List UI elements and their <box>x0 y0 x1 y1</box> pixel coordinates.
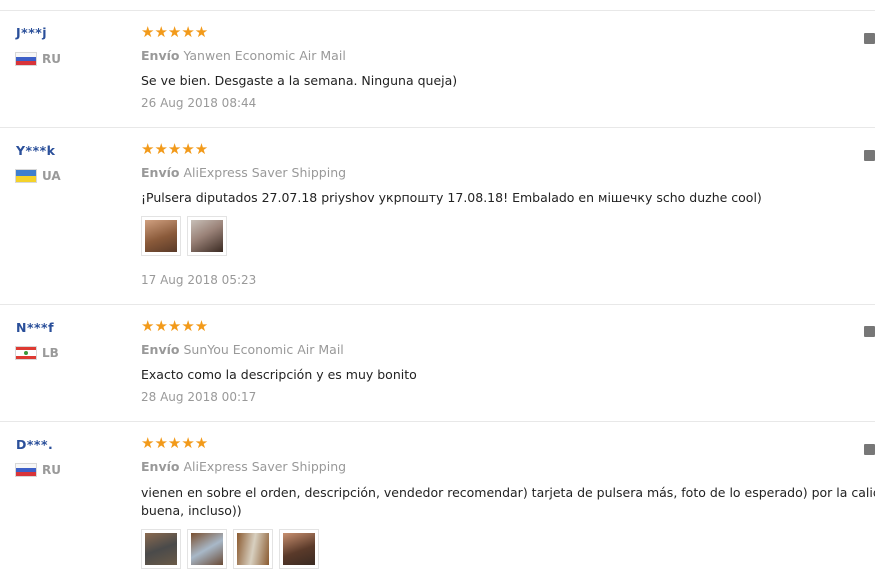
shipping-info: Envío Yanwen Economic Air Mail <box>141 48 346 63</box>
photo-image <box>145 533 177 565</box>
reviewer-country: RU <box>16 52 61 66</box>
country-code: UA <box>42 169 61 183</box>
shipping-label: Envío <box>141 165 180 180</box>
report-flag-icon[interactable] <box>864 326 875 337</box>
review-photo-thumbnail[interactable] <box>233 529 273 569</box>
review-divider <box>0 304 875 305</box>
review-text: Se ve bien. Desgaste a la semana. Ningun… <box>141 73 458 88</box>
review-photo-thumbnail[interactable] <box>187 216 227 256</box>
report-flag-icon[interactable] <box>864 150 875 161</box>
photo-image <box>145 220 177 252</box>
star-icon: ★★★★★ <box>141 317 209 335</box>
rating-stars: ★★★★★ <box>141 436 208 451</box>
russia-flag-icon <box>16 464 36 476</box>
review-text: Exacto como la descripción y es muy boni… <box>141 367 417 382</box>
star-icon: ★★★★★ <box>141 140 209 158</box>
rating-stars: ★★★★★ <box>141 142 208 157</box>
country-code: RU <box>42 52 61 66</box>
review-date: 17 Aug 2018 05:23 <box>141 273 257 287</box>
photo-image <box>237 533 269 565</box>
top-divider <box>0 10 875 11</box>
review-text: vienen en sobre el orden, descripción, v… <box>141 485 875 500</box>
shipping-info: Envío AliExpress Saver Shipping <box>141 165 346 180</box>
shipping-info: Envío AliExpress Saver Shipping <box>141 459 346 474</box>
shipping-label: Envío <box>141 342 180 357</box>
review-text: ¡Pulsera diputados 27.07.18 priyshov укр… <box>141 190 762 205</box>
shipping-label: Envío <box>141 459 180 474</box>
shipping-method: Yanwen Economic Air Mail <box>183 48 346 63</box>
reviewer-country: LB <box>16 346 59 360</box>
star-icon: ★★★★★ <box>141 23 209 41</box>
review-text-continued: buena, incluso)) <box>141 503 242 518</box>
shipping-method: AliExpress Saver Shipping <box>183 459 347 474</box>
report-flag-icon[interactable] <box>864 33 875 44</box>
review-divider <box>0 127 875 128</box>
review-photo-thumbnail[interactable] <box>187 529 227 569</box>
reviewer-country: RU <box>16 463 61 477</box>
review-date: 26 Aug 2018 08:44 <box>141 96 257 110</box>
ukraine-flag-icon <box>16 170 36 182</box>
reviewer-name[interactable]: Y***k <box>16 143 55 158</box>
lebanon-flag-icon <box>16 347 36 359</box>
reviewer-name[interactable]: J***j <box>16 25 47 40</box>
reviewer-name[interactable]: N***f <box>16 320 54 335</box>
shipping-method: AliExpress Saver Shipping <box>183 165 347 180</box>
review-divider <box>0 421 875 422</box>
reviewer-country: UA <box>16 169 61 183</box>
photo-image <box>283 533 315 565</box>
review-date: 28 Aug 2018 00:17 <box>141 390 257 404</box>
photo-image <box>191 533 223 565</box>
country-code: RU <box>42 463 61 477</box>
review-photo-thumbnail[interactable] <box>141 529 181 569</box>
country-code: LB <box>42 346 59 360</box>
star-icon: ★★★★★ <box>141 434 209 452</box>
rating-stars: ★★★★★ <box>141 319 208 334</box>
report-flag-icon[interactable] <box>864 444 875 455</box>
rating-stars: ★★★★★ <box>141 25 208 40</box>
shipping-info: Envío SunYou Economic Air Mail <box>141 342 344 357</box>
shipping-method: SunYou Economic Air Mail <box>183 342 344 357</box>
reviewer-name[interactable]: D***. <box>16 437 53 452</box>
review-photo-thumbnail[interactable] <box>141 216 181 256</box>
russia-flag-icon <box>16 53 36 65</box>
photo-image <box>191 220 223 252</box>
review-photos <box>141 529 319 569</box>
review-photos <box>141 216 227 256</box>
shipping-label: Envío <box>141 48 180 63</box>
review-photo-thumbnail[interactable] <box>279 529 319 569</box>
